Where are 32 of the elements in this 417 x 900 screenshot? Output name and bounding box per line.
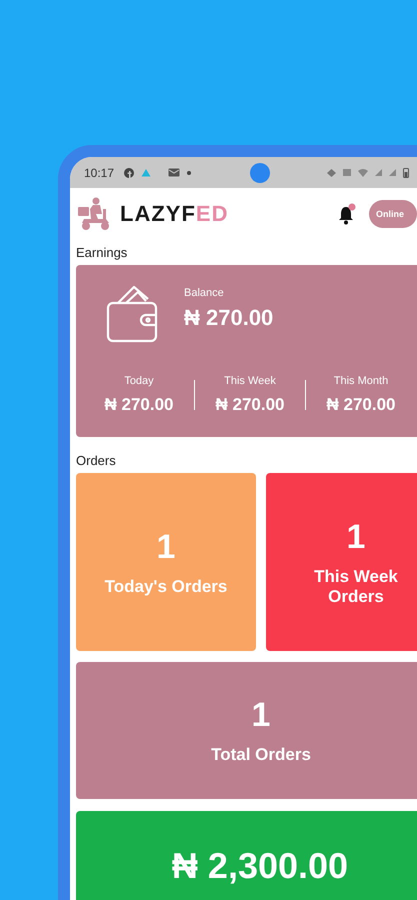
triangle-icon <box>141 168 152 177</box>
order-stat-card[interactable]: 1 Total Orders <box>76 662 417 799</box>
order-label: Total Orders <box>210 745 312 765</box>
status-time: 10:17 <box>84 166 114 180</box>
camera-icon <box>250 162 270 182</box>
delivery-scooter-icon <box>76 197 112 231</box>
balance-label: Balance <box>184 287 225 299</box>
period-label: Today <box>124 375 154 387</box>
diamond-icon <box>327 168 336 176</box>
period-amount: ₦ 270.00 <box>104 395 174 415</box>
order-label: This Week Orders <box>313 566 399 606</box>
dot-icon <box>187 170 192 174</box>
balance-amount: ₦ 270.00 <box>184 305 274 331</box>
order-count: 1 <box>156 528 176 566</box>
order-count: 1 <box>346 518 366 556</box>
battery-icon <box>403 168 410 178</box>
period-amount: ₦ 270.00 <box>216 395 284 415</box>
period-amount: ₦ 270.00 <box>326 395 396 415</box>
period-label: This Month <box>334 375 388 387</box>
online-status-button[interactable]: Online <box>369 200 417 228</box>
revenue-amount: ₦ 2,300.00 <box>172 845 348 887</box>
order-stat-card[interactable]: 1 Today's Orders <box>76 473 256 651</box>
logo-wordmark: LAZYFED <box>120 201 228 227</box>
order-stat-card[interactable]: 1 This Week Orders <box>266 473 417 651</box>
notification-bell-icon[interactable] <box>337 203 357 225</box>
mail-icon <box>168 168 180 177</box>
section-title: Earnings <box>76 245 128 260</box>
order-label: Today's Orders <box>104 576 228 596</box>
section-title: Orders <box>76 453 117 468</box>
period-label: This Week <box>224 375 276 387</box>
order-count: 1 <box>252 696 270 735</box>
wifi-icon <box>358 168 368 177</box>
